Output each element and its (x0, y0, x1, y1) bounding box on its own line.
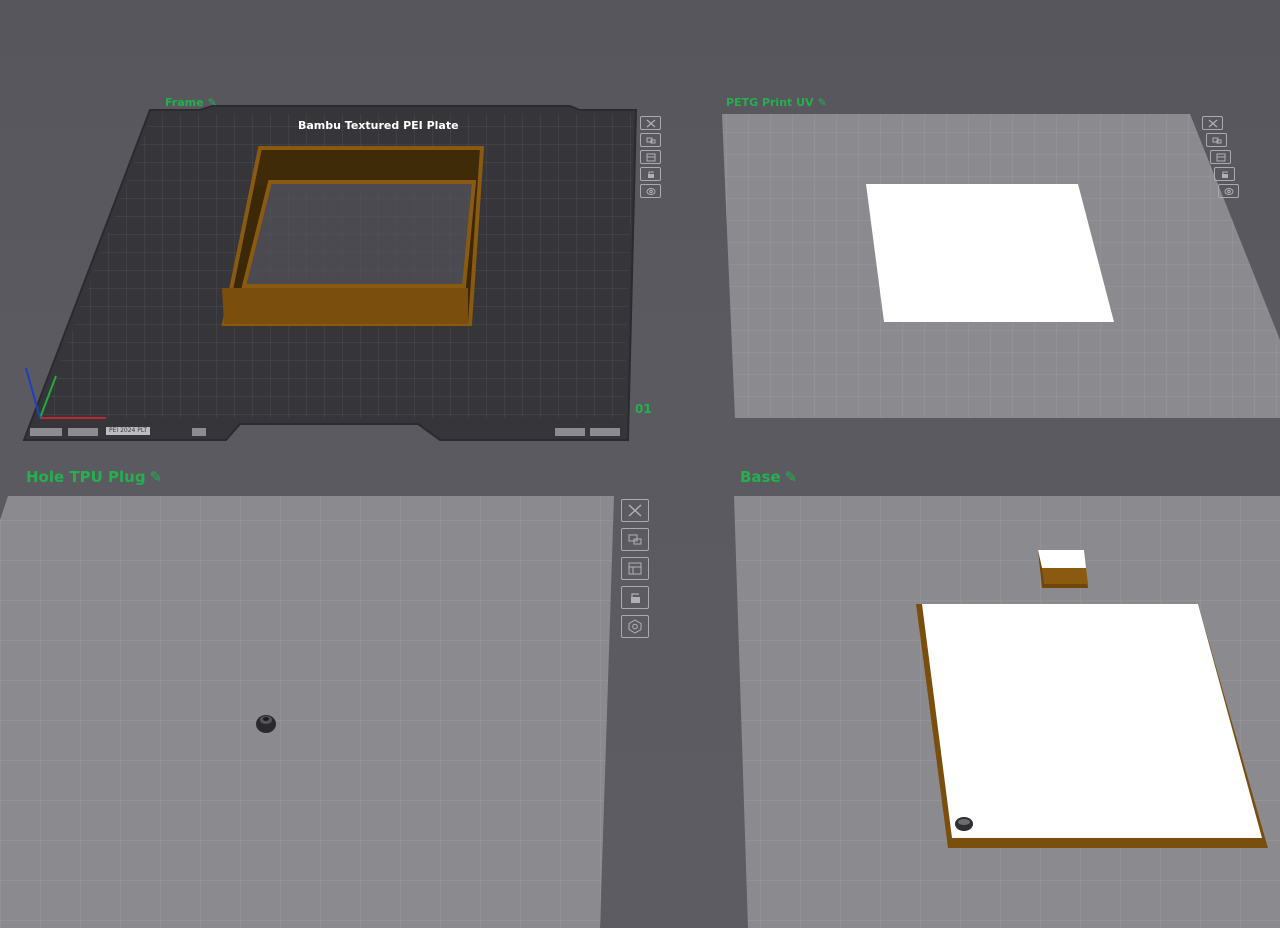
edit-pencil-icon[interactable]: ✎ (150, 468, 163, 486)
orient-icon[interactable] (640, 150, 661, 164)
settings-icon[interactable] (640, 184, 661, 198)
plate-name-label: PETG Print UV (726, 96, 814, 109)
close-icon[interactable] (1202, 116, 1223, 130)
arrange-icon[interactable] (1206, 133, 1227, 147)
small-block-model[interactable] (1038, 550, 1088, 588)
plate-type-label: Bambu Textured PEI Plate (298, 119, 459, 132)
plate-name-base[interactable]: Base ✎ (740, 468, 797, 486)
close-icon[interactable] (640, 116, 661, 130)
plate-tag: PEI 2024 PLT (106, 427, 151, 435)
plate-name-label: Frame (165, 96, 204, 109)
edit-pencil-icon[interactable]: ✎ (818, 96, 827, 109)
plate-name-hole[interactable]: Hole TPU Plug ✎ (26, 468, 162, 486)
lock-icon[interactable] (621, 586, 649, 609)
plate-number: 01 (635, 402, 652, 416)
orient-icon[interactable] (621, 557, 649, 580)
hole-plate[interactable] (0, 496, 614, 928)
hole-plate-tools (621, 499, 649, 638)
settings-icon[interactable] (1218, 184, 1239, 198)
z-axis (25, 367, 41, 419)
close-icon[interactable] (621, 499, 649, 522)
lock-icon[interactable] (1214, 167, 1235, 181)
settings-icon[interactable] (621, 615, 649, 638)
plate-name-label: Hole TPU Plug (26, 468, 146, 486)
edit-pencil-icon[interactable]: ✎ (785, 468, 798, 486)
petg-plate-tools (1202, 116, 1239, 198)
lock-icon[interactable] (640, 167, 661, 181)
edit-pencil-icon[interactable]: ✎ (208, 96, 217, 109)
tpu-plug-model[interactable] (256, 715, 276, 733)
arrange-icon[interactable] (621, 528, 649, 551)
petg-model[interactable] (866, 184, 1114, 322)
plate-name-label: Base (740, 468, 781, 486)
frame-model[interactable] (221, 146, 485, 326)
arrange-icon[interactable] (640, 133, 661, 147)
plate-name-petg[interactable]: PETG Print UV ✎ (726, 96, 827, 109)
plate-name-frame[interactable]: Frame ✎ (165, 96, 217, 109)
frame-plate-tools (640, 116, 661, 198)
orient-icon[interactable] (1210, 150, 1231, 164)
